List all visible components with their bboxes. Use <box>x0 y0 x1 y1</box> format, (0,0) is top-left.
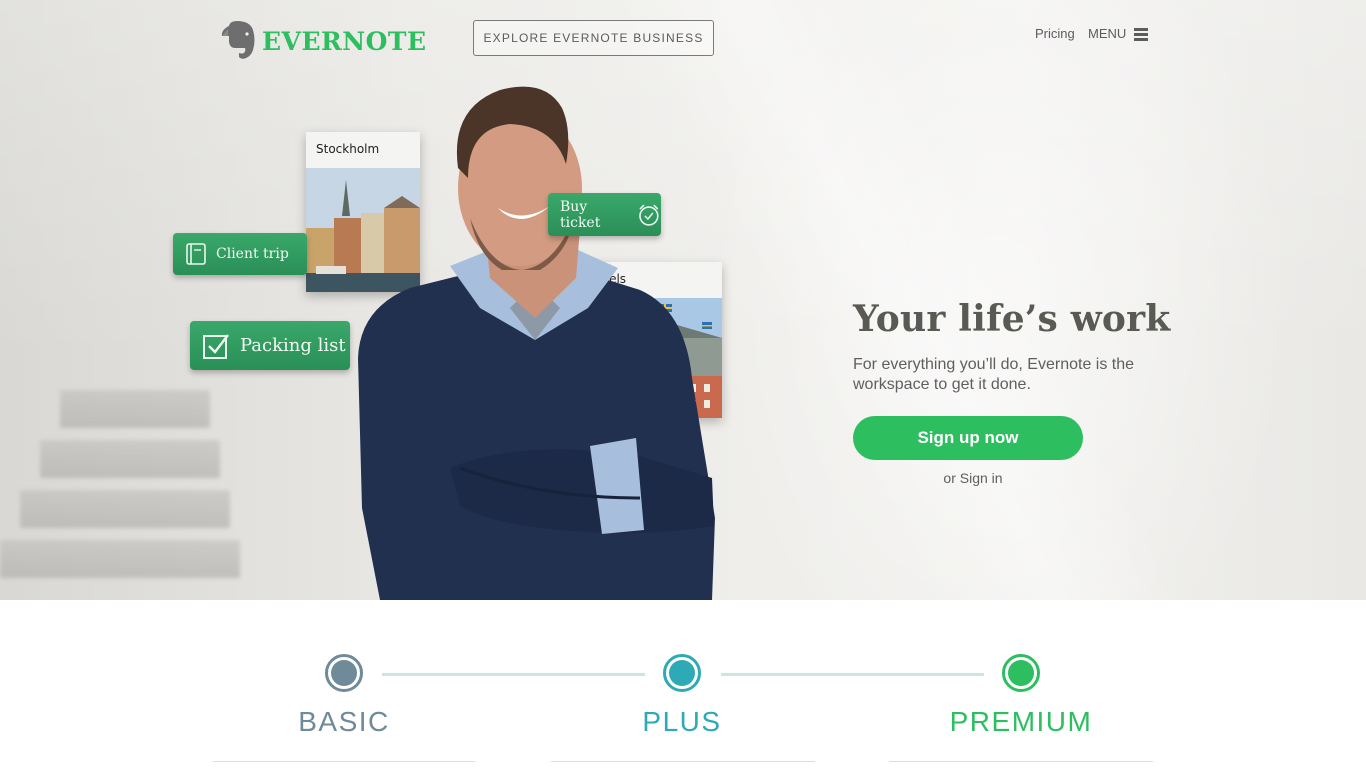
packing-list-label: Packing list <box>240 335 346 356</box>
sign-up-button[interactable]: Sign up now <box>853 416 1083 460</box>
plan-connector <box>382 673 645 676</box>
sign-in-line: or Sign in <box>853 470 1093 486</box>
client-trip-label: Client trip <box>216 246 289 262</box>
packing-list-note: Packing list <box>190 321 350 370</box>
hero-subtitle: For everything you’ll do, Evernote is th… <box>853 356 1135 393</box>
basic-plan-name[interactable]: BASIC <box>224 706 464 738</box>
notebook-icon <box>186 243 206 265</box>
elephant-logo-icon <box>221 21 255 59</box>
checkbox-icon <box>203 333 229 359</box>
plans-section: BASIC PLUS PREMIUM <box>0 600 1366 768</box>
plan-connector <box>721 673 984 676</box>
evernote-logo[interactable]: EVERNOTE <box>220 20 427 62</box>
sign-in-link[interactable]: Sign in <box>960 470 1003 486</box>
menu-button[interactable]: MENU <box>1088 26 1149 41</box>
hamburger-icon <box>1134 27 1149 41</box>
sign-in-prefix: or <box>943 470 960 486</box>
pricing-link[interactable]: Pricing <box>1035 26 1075 41</box>
buy-ticket-note: Buy ticket <box>548 193 661 236</box>
logo-wordmark: EVERNOTE <box>262 26 427 56</box>
alarm-clock-icon <box>639 204 659 226</box>
buy-ticket-label: Buy ticket <box>560 198 601 231</box>
hero-section: EVERNOTE EXPLORE EVERNOTE BUSINESS Prici… <box>0 0 1366 600</box>
plus-plan-name[interactable]: PLUS <box>562 706 802 738</box>
premium-plan-name[interactable]: PREMIUM <box>901 706 1141 738</box>
evernote-homepage: EVERNOTE EXPLORE EVERNOTE BUSINESS Prici… <box>0 0 1366 768</box>
basic-plan-dot[interactable] <box>325 654 363 692</box>
premium-plan-dot[interactable] <box>1002 654 1040 692</box>
client-trip-note: Client trip <box>173 233 307 275</box>
plan-divider <box>889 761 1153 762</box>
plan-divider <box>551 761 815 762</box>
explore-business-button[interactable]: EXPLORE EVERNOTE BUSINESS <box>473 20 714 56</box>
hero-person-image <box>358 86 715 600</box>
hero-title: Your life’s work <box>853 298 1171 340</box>
plus-plan-dot[interactable] <box>663 654 701 692</box>
menu-label: MENU <box>1088 26 1127 41</box>
plan-divider <box>213 761 475 762</box>
